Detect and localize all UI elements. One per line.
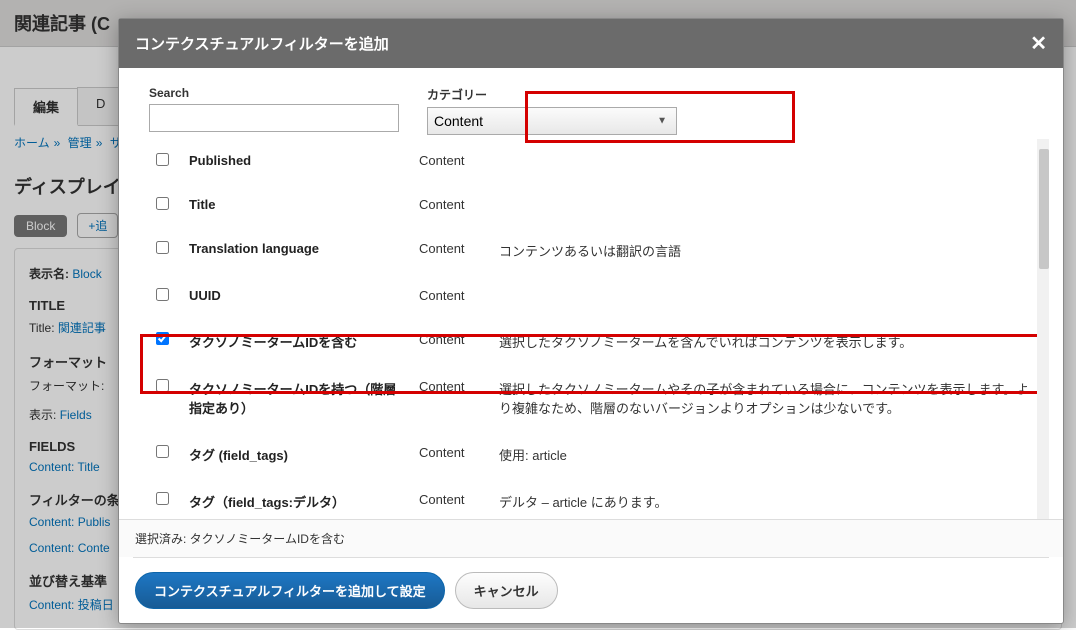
- row-category: Content: [411, 274, 491, 318]
- row-category: Content: [411, 139, 491, 183]
- row-description: コンテンツあるいは翻訳の言語: [491, 227, 1049, 274]
- row-category: Content: [411, 478, 491, 519]
- row-description: [491, 274, 1049, 318]
- row-name: UUID: [181, 274, 411, 318]
- row-checkbox[interactable]: [156, 288, 169, 301]
- modal: コンテクスチュアルフィルターを追加 ✕ Search カテゴリー Content…: [118, 18, 1064, 624]
- row-name: タグ (field_tags): [181, 431, 411, 478]
- modal-table: PublishedContentTitleContentTranslation …: [133, 139, 1049, 519]
- table-row[interactable]: Translation languageContentコンテンツあるいは翻訳の言…: [133, 227, 1049, 274]
- table-row[interactable]: PublishedContent: [133, 139, 1049, 183]
- row-description: 使用: article: [491, 431, 1049, 478]
- row-name: Title: [181, 183, 411, 227]
- search-label: Search: [149, 86, 399, 100]
- row-checkbox[interactable]: [156, 241, 169, 254]
- selected-summary: 選択済み: タクソノミータームIDを含む: [119, 519, 1063, 557]
- modal-title: コンテクスチュアルフィルターを追加: [135, 33, 389, 54]
- search-input[interactable]: [149, 104, 399, 132]
- row-name: タグ（field_tags:デルタ）: [181, 478, 411, 519]
- row-description: デルタ – article にあります。: [491, 478, 1049, 519]
- cancel-button[interactable]: キャンセル: [455, 572, 558, 609]
- row-description: [491, 183, 1049, 227]
- modal-footer: コンテクスチュアルフィルターを追加して設定 キャンセル: [119, 558, 1063, 623]
- highlight-box: [140, 334, 1046, 394]
- row-checkbox[interactable]: [156, 445, 169, 458]
- table-row[interactable]: タグ（field_tags:デルタ）Contentデルタ – article に…: [133, 478, 1049, 519]
- row-category: Content: [411, 431, 491, 478]
- close-icon[interactable]: ✕: [1030, 31, 1047, 56]
- table-row[interactable]: タグ (field_tags)Content使用: article: [133, 431, 1049, 478]
- submit-button[interactable]: コンテクスチュアルフィルターを追加して設定: [135, 572, 445, 609]
- row-name: Translation language: [181, 227, 411, 274]
- row-checkbox[interactable]: [156, 197, 169, 210]
- modal-header: コンテクスチュアルフィルターを追加 ✕: [119, 19, 1063, 68]
- table-row[interactable]: TitleContent: [133, 183, 1049, 227]
- row-checkbox[interactable]: [156, 153, 169, 166]
- row-category: Content: [411, 227, 491, 274]
- table-row[interactable]: UUIDContent: [133, 274, 1049, 318]
- highlight-box: [525, 91, 795, 143]
- scrollbar[interactable]: [1037, 139, 1049, 519]
- options-table: PublishedContentTitleContentTranslation …: [133, 139, 1049, 519]
- row-name: Published: [181, 139, 411, 183]
- row-category: Content: [411, 183, 491, 227]
- row-checkbox[interactable]: [156, 492, 169, 505]
- row-description: [491, 139, 1049, 183]
